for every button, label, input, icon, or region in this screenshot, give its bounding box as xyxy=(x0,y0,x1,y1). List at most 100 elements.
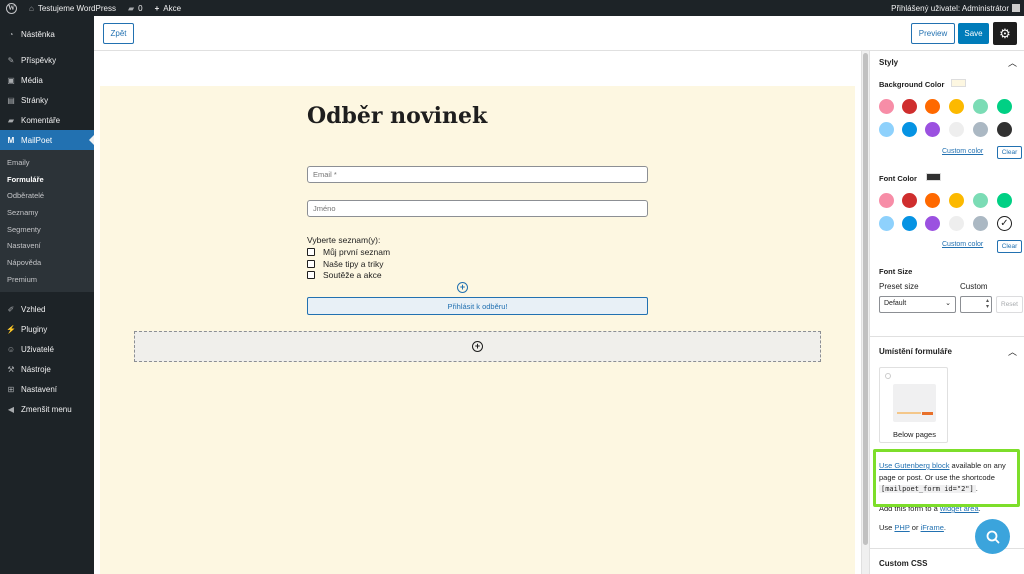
color-swatch[interactable] xyxy=(949,193,964,208)
menu-item-collapse[interactable]: ◀ Zmenšit menu xyxy=(0,400,94,420)
editor-toolbar: Zpět Preview Save ⚙ xyxy=(94,16,1024,51)
color-swatch[interactable] xyxy=(973,122,988,137)
color-swatch[interactable] xyxy=(973,99,988,114)
color-swatch[interactable] xyxy=(902,99,917,114)
gutenberg-block-link[interactable]: Use Gutenberg block xyxy=(879,461,949,470)
comment-icon: ▰ xyxy=(127,3,135,13)
menu-item-label: MailPoet xyxy=(21,135,53,145)
preset-size-select[interactable]: Default ⌄ xyxy=(879,296,956,313)
color-swatch[interactable] xyxy=(997,122,1012,137)
color-swatch[interactable] xyxy=(949,99,964,114)
color-swatch[interactable] xyxy=(949,122,964,137)
menu-item-tools[interactable]: ⚒ Nástroje xyxy=(0,360,94,380)
settings-toggle-button[interactable]: ⚙ xyxy=(993,22,1017,45)
list-checkbox-row[interactable]: Soutěže a akce xyxy=(307,270,382,280)
menu-item-media[interactable]: ▣ Média xyxy=(0,70,94,90)
form-heading[interactable]: Odběr novinek xyxy=(307,103,487,129)
comments-link[interactable]: ▰ 0 xyxy=(122,0,149,16)
help-button[interactable] xyxy=(975,519,1010,554)
clear-button[interactable]: Clear xyxy=(997,240,1022,253)
custom-color-link[interactable]: Custom color xyxy=(942,148,983,155)
color-swatch[interactable] xyxy=(997,193,1012,208)
color-swatch[interactable] xyxy=(902,193,917,208)
save-button[interactable]: Save xyxy=(958,23,989,44)
submenu-item-lists[interactable]: Seznamy xyxy=(0,204,94,221)
color-swatch[interactable]: ✓ xyxy=(997,216,1012,231)
back-button[interactable]: Zpět xyxy=(103,23,134,44)
color-swatch[interactable] xyxy=(879,193,894,208)
submenu-item-settings[interactable]: Nastavení xyxy=(0,237,94,254)
user-account-menu[interactable]: Přihlášený uživatel: Administrátor xyxy=(885,0,1024,16)
custom-css-panel-title[interactable]: Custom CSS xyxy=(879,559,927,568)
color-swatch[interactable] xyxy=(973,193,988,208)
block-appender[interactable]: + xyxy=(134,331,821,362)
color-swatch[interactable] xyxy=(973,216,988,231)
menu-item-settings[interactable]: ⊞ Nastavení xyxy=(0,380,94,400)
submenu-item-subscribers[interactable]: Odběratelé xyxy=(0,187,94,204)
preview-button[interactable]: Preview xyxy=(911,23,955,44)
placement-option-below-pages[interactable]: Below pages xyxy=(879,367,948,443)
shortcode[interactable]: [mailpoet_form id="2"] xyxy=(879,485,976,493)
checkbox[interactable] xyxy=(307,260,315,268)
canvas-scrollbar[interactable] xyxy=(861,51,869,574)
list-checkbox-row[interactable]: Naše tipy a triky xyxy=(307,259,383,269)
add-block-icon[interactable]: + xyxy=(457,282,468,293)
menu-item-dashboard[interactable]: ◔ Nástěnka xyxy=(0,24,94,44)
placement-panel-title[interactable]: Umístění formuláře xyxy=(879,347,952,356)
submenu-item-premium[interactable]: Premium xyxy=(0,271,94,288)
name-field[interactable]: Jméno xyxy=(307,200,648,217)
custom-size-input[interactable]: ▴ ▾ xyxy=(960,296,992,313)
submenu-item-forms[interactable]: Formuláře xyxy=(0,171,94,188)
clear-button[interactable]: Clear xyxy=(997,146,1022,159)
chevron-up-icon[interactable]: ︿ xyxy=(1008,345,1017,358)
color-swatch[interactable] xyxy=(879,122,894,137)
list-label: Můj první seznam xyxy=(323,247,391,257)
menu-item-plugins[interactable]: ⚡ Pluginy xyxy=(0,320,94,340)
menu-item-label: Média xyxy=(21,75,43,85)
php-link[interactable]: PHP xyxy=(894,523,909,532)
chevron-up-icon[interactable]: ︿ xyxy=(1008,56,1017,69)
checkbox[interactable] xyxy=(307,248,315,256)
list-checkbox-row[interactable]: Můj první seznam xyxy=(307,247,390,257)
submenu-item-help[interactable]: Nápověda xyxy=(0,254,94,271)
menu-item-pages[interactable]: ▤ Stránky xyxy=(0,90,94,110)
color-swatch[interactable] xyxy=(925,193,940,208)
menu-item-users[interactable]: ☺ Uživatelé xyxy=(0,340,94,360)
email-field[interactable]: Email * xyxy=(307,166,648,183)
menu-item-posts[interactable]: ✎ Příspěvky xyxy=(0,50,94,70)
styles-panel-title[interactable]: Styly xyxy=(879,58,898,67)
mailpoet-submenu: Emaily Formuláře Odběratelé Seznamy Segm… xyxy=(0,150,94,292)
wordpress-logo[interactable]: W xyxy=(0,0,23,16)
preview-bar xyxy=(897,412,921,414)
site-name-link[interactable]: ⌂ Testujeme WordPress xyxy=(23,0,122,16)
scroll-thumb[interactable] xyxy=(863,53,868,545)
color-swatch[interactable] xyxy=(879,99,894,114)
subscribe-button[interactable]: Přihlásit k odběru! xyxy=(307,297,648,315)
submenu-item-emails[interactable]: Emaily xyxy=(0,154,94,171)
new-content-link[interactable]: + Akce xyxy=(149,0,187,16)
custom-color-link[interactable]: Custom color xyxy=(942,241,983,248)
iframe-link[interactable]: iFrame xyxy=(921,523,944,532)
menu-item-comments[interactable]: ▰ Komentáře xyxy=(0,110,94,130)
color-swatch[interactable] xyxy=(925,122,940,137)
color-swatch[interactable] xyxy=(902,122,917,137)
widget-area-link[interactable]: widget area xyxy=(940,504,979,513)
color-swatch[interactable] xyxy=(997,99,1012,114)
new-label: Akce xyxy=(163,3,182,13)
stepper-icon[interactable]: ▴ ▾ xyxy=(986,298,989,310)
color-swatch[interactable] xyxy=(925,99,940,114)
reset-button[interactable]: Reset xyxy=(996,296,1023,313)
editor-canvas: Odběr novinek Email * Jméno Vyberte sezn… xyxy=(94,51,861,574)
color-swatch[interactable] xyxy=(925,216,940,231)
widget-end: . xyxy=(978,504,981,513)
color-swatch[interactable] xyxy=(949,216,964,231)
menu-item-mailpoet[interactable]: M MailPoet xyxy=(0,130,94,150)
submenu-item-segments[interactable]: Segmenty xyxy=(0,221,94,238)
radio-button[interactable] xyxy=(885,373,891,379)
color-swatch[interactable] xyxy=(902,216,917,231)
menu-item-appearance[interactable]: ✐ Vzhled xyxy=(0,300,94,320)
add-block-icon[interactable]: + xyxy=(472,341,483,352)
use-end: . xyxy=(943,523,946,532)
checkbox[interactable] xyxy=(307,271,315,279)
color-swatch[interactable] xyxy=(879,216,894,231)
